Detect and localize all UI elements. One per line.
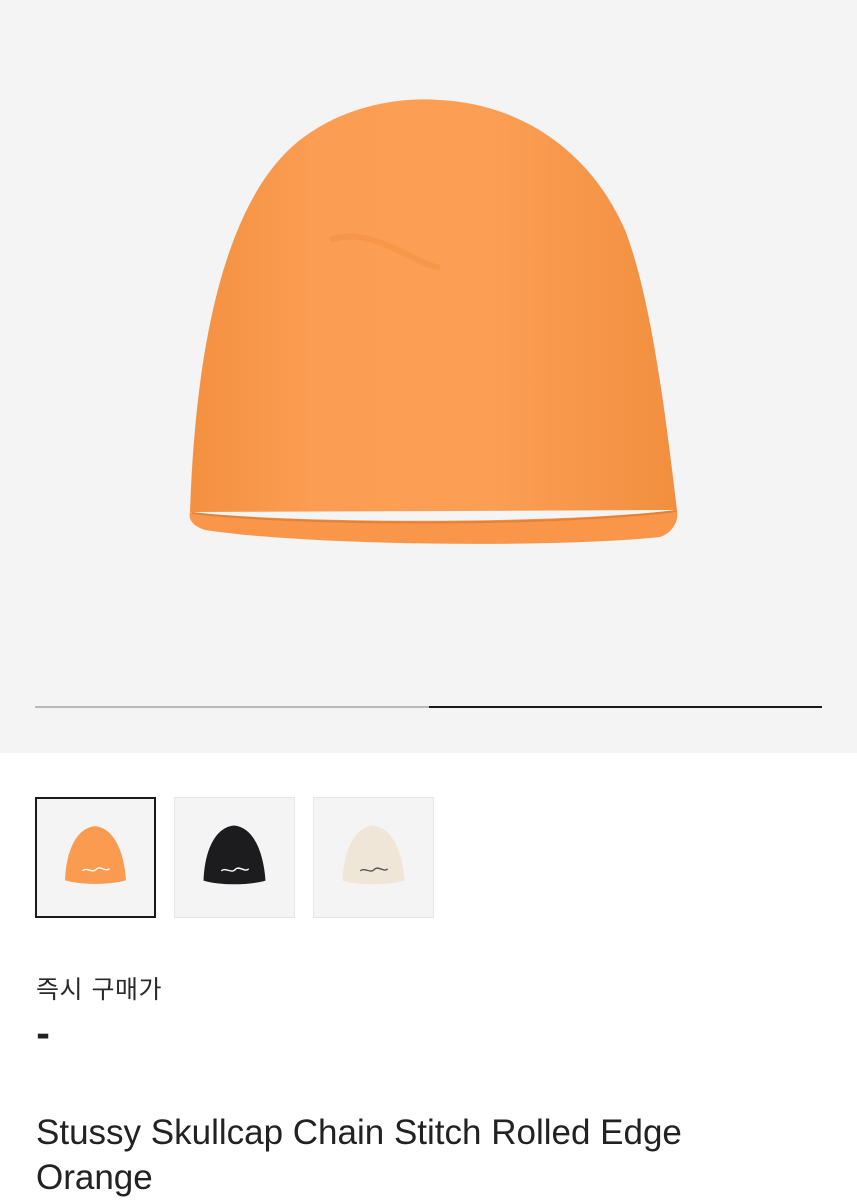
product-title: Stussy Skullcap Chain Stitch Rolled Edge… xyxy=(36,1113,682,1197)
instant-buy-price-label: 즉시 구매가 xyxy=(36,975,162,1004)
beanie-cream-icon xyxy=(342,825,405,885)
beanie-orange-icon xyxy=(65,826,126,884)
image-progress-fill xyxy=(428,706,822,708)
beanie-main-image xyxy=(189,99,678,544)
variant-thumb-cream[interactable] xyxy=(313,797,434,918)
color-variant-list xyxy=(35,797,434,918)
variant-thumb-orange[interactable] xyxy=(35,797,156,918)
product-image-gallery[interactable] xyxy=(0,0,857,753)
instant-buy-price-value: - xyxy=(36,1015,51,1055)
image-progress-bar xyxy=(35,706,822,708)
variant-thumb-black[interactable] xyxy=(174,797,295,918)
beanie-black-icon xyxy=(203,825,266,885)
